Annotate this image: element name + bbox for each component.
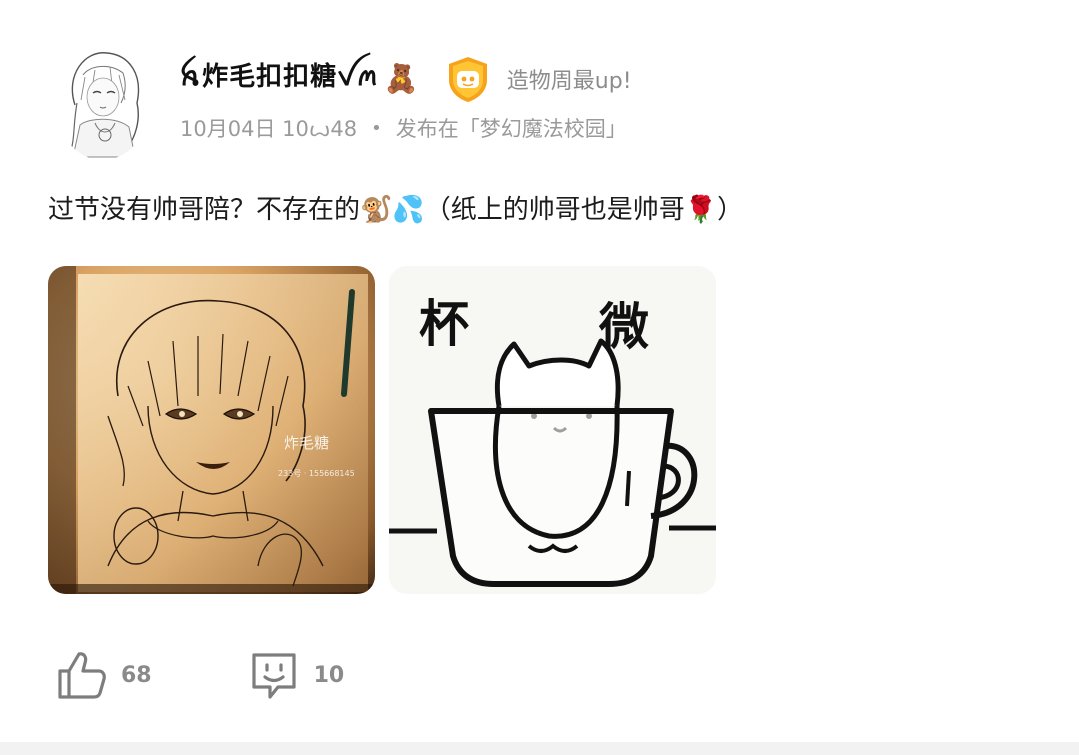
comment-button[interactable]: 10 (248, 649, 345, 701)
drawing-watermark-id: 233号 · 155668145 (278, 469, 355, 478)
cat-cup-meme: 杯 微 (389, 266, 716, 594)
post-meta: 10月04日 10ꙍ48 • 发布在「梦幻魔法校园」 (180, 113, 880, 143)
badge-shield-icon (448, 57, 487, 102)
avatar[interactable] (55, 45, 150, 160)
author-name-row: ꫝ炸毛扣扣糖ꪜꪔ 🧸 造物周最up! (180, 55, 880, 103)
like-count: 68 (121, 662, 152, 688)
author-name[interactable]: ꫝ炸毛扣扣糖ꪜꪔ (180, 52, 380, 106)
comment-count: 10 (313, 662, 345, 688)
author-info: ꫝ炸毛扣扣糖ꪜꪔ 🧸 造物周最up! 10月04日 10ꙍ48 • 发布在「梦幻… (180, 55, 880, 143)
anime-sketch-photo: 炸毛糖 233号 · 155668145 (48, 266, 375, 594)
post-content: 过节没有帅哥陪？不存在的🐒💦（纸上的帅哥也是帅哥🌹） (48, 195, 744, 225)
post-card: ꫝ炸毛扣扣糖ꪜꪔ 🧸 造物周最up! 10月04日 10ꙍ48 • 发布在「梦幻… (0, 0, 1079, 755)
meme-caption-left: 杯 (419, 295, 469, 353)
comment-smile-icon (252, 653, 296, 699)
post-divider (0, 742, 1079, 755)
meta-separator: • (371, 117, 382, 139)
post-actions: 68 10 (55, 645, 344, 705)
thumbs-up-icon (58, 652, 106, 699)
avatar-sketch-image (55, 45, 150, 160)
creator-badge-icon[interactable] (443, 54, 493, 104)
post-date: 10月04日 10ꙍ48 (180, 117, 358, 141)
like-button[interactable]: 68 (55, 649, 152, 701)
teddy-bear-emoji: 🧸 (383, 62, 419, 95)
creator-badge-label[interactable]: 造物周最up! (507, 63, 632, 95)
drawing-watermark-title: 炸毛糖 (284, 434, 329, 452)
post-image-meme[interactable]: 杯 微 (389, 266, 716, 594)
post-community-link[interactable]: 发布在「梦幻魔法校园」 (396, 113, 627, 143)
post-image-drawing[interactable]: 炸毛糖 233号 · 155668145 (48, 266, 375, 594)
